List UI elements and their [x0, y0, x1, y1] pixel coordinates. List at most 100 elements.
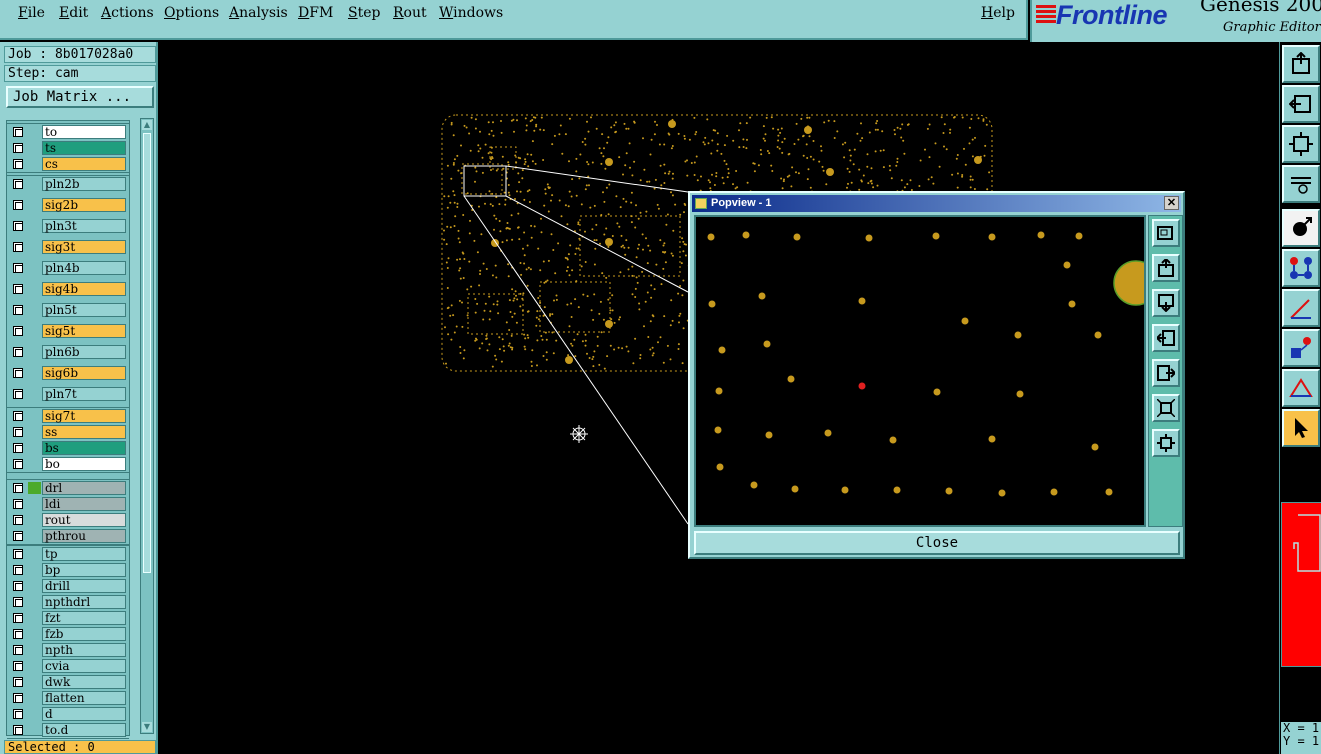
- layer-row[interactable]: ss: [7, 424, 129, 440]
- layer-row[interactable]: bo: [7, 456, 129, 472]
- layer-checkbox[interactable]: [13, 725, 23, 735]
- layer-name[interactable]: to.d: [42, 723, 126, 737]
- layer-checkbox[interactable]: [13, 411, 23, 421]
- layer-name[interactable]: dwk: [42, 675, 126, 689]
- layer-row[interactable]: sig7t: [7, 408, 129, 424]
- layer-name[interactable]: sig2b: [42, 198, 126, 212]
- layer-row[interactable]: fzb: [7, 626, 129, 642]
- layer-name[interactable]: sig7t: [42, 409, 126, 423]
- pv-pan-up-button[interactable]: [1152, 254, 1180, 282]
- layer-checkbox[interactable]: [13, 549, 23, 559]
- layer-checkbox[interactable]: [13, 645, 23, 655]
- layer-name[interactable]: pln2b: [42, 177, 126, 191]
- scroll-down-icon[interactable]: ▼: [142, 722, 152, 732]
- menu-windows[interactable]: Windows: [439, 5, 503, 21]
- layer-name[interactable]: npthdrl: [42, 595, 126, 609]
- layer-checkbox[interactable]: [13, 443, 23, 453]
- popview-close-button[interactable]: Close: [694, 531, 1180, 555]
- layer-name[interactable]: drill: [42, 579, 126, 593]
- layer-name[interactable]: ldi: [42, 497, 126, 511]
- layer-row[interactable]: ldi: [7, 496, 129, 512]
- layer-checkbox[interactable]: [13, 565, 23, 575]
- layer-name[interactable]: flatten: [42, 691, 126, 705]
- layer-checkbox[interactable]: [13, 143, 23, 153]
- pv-zoom-out-button[interactable]: [1152, 429, 1180, 457]
- layer-checkbox[interactable]: [13, 263, 23, 273]
- layer-checkbox[interactable]: [13, 159, 23, 169]
- layer-row[interactable]: pln4b: [7, 260, 129, 281]
- pv-pan-down-button[interactable]: [1152, 289, 1180, 317]
- layer-name[interactable]: rout: [42, 513, 126, 527]
- job-matrix-button[interactable]: Job Matrix ...: [6, 86, 154, 108]
- layer-row[interactable]: pln7t: [7, 386, 129, 407]
- layer-checkbox[interactable]: [13, 709, 23, 719]
- layer-row[interactable]: dwk: [7, 674, 129, 690]
- layer-row[interactable]: d: [7, 706, 129, 722]
- feature-select-button[interactable]: [1282, 329, 1320, 367]
- layer-checkbox[interactable]: [13, 127, 23, 137]
- layer-checkbox[interactable]: [13, 693, 23, 703]
- layer-checkbox[interactable]: [13, 368, 23, 378]
- menu-rout[interactable]: Rout: [393, 5, 427, 21]
- layer-row[interactable]: rout: [7, 512, 129, 528]
- net-connect-button[interactable]: [1282, 249, 1320, 287]
- zoom-home-button[interactable]: [1282, 45, 1320, 83]
- menu-edit[interactable]: Edit: [59, 5, 88, 21]
- scroll-thumb[interactable]: [143, 133, 151, 573]
- layer-row[interactable]: sig6b: [7, 365, 129, 386]
- layer-name[interactable]: bo: [42, 457, 126, 471]
- layer-checkbox[interactable]: [13, 581, 23, 591]
- layer-checkbox[interactable]: [13, 531, 23, 541]
- layer-row[interactable]: cvia: [7, 658, 129, 674]
- layer-checkbox[interactable]: [13, 305, 23, 315]
- layer-row[interactable]: ts: [7, 140, 129, 156]
- layer-name[interactable]: fzt: [42, 611, 126, 625]
- layer-name[interactable]: cvia: [42, 659, 126, 673]
- layer-name[interactable]: pthrou: [42, 529, 126, 543]
- menu-dfm[interactable]: DFM: [298, 5, 333, 21]
- layer-checkbox[interactable]: [13, 483, 23, 493]
- layer-name[interactable]: bp: [42, 563, 126, 577]
- layer-row[interactable]: sig4b: [7, 281, 129, 302]
- layer-name[interactable]: ss: [42, 425, 126, 439]
- pointer-button[interactable]: [1282, 409, 1320, 447]
- close-icon[interactable]: ✕: [1164, 196, 1179, 210]
- layer-checkbox[interactable]: [13, 597, 23, 607]
- layer-name[interactable]: sig6b: [42, 366, 126, 380]
- layer-name[interactable]: tp: [42, 547, 126, 561]
- layer-list-scrollbar[interactable]: ▲ ▼: [140, 118, 154, 734]
- layer-name[interactable]: drl: [42, 481, 126, 495]
- layer-row[interactable]: drl: [7, 480, 129, 496]
- layer-name[interactable]: pln4b: [42, 261, 126, 275]
- layer-row[interactable]: npth: [7, 642, 129, 658]
- measure-button[interactable]: [1282, 165, 1320, 203]
- layer-checkbox[interactable]: [13, 347, 23, 357]
- layer-name[interactable]: bs: [42, 441, 126, 455]
- layer-row[interactable]: pln5t: [7, 302, 129, 323]
- layer-row[interactable]: drill: [7, 578, 129, 594]
- menu-file[interactable]: File: [18, 5, 45, 21]
- layer-row[interactable]: to.d: [7, 722, 129, 738]
- layer-checkbox[interactable]: [13, 629, 23, 639]
- layer-name[interactable]: npth: [42, 643, 126, 657]
- layer-checkbox[interactable]: [13, 677, 23, 687]
- layer-checkbox[interactable]: [13, 427, 23, 437]
- triangle-tool-button[interactable]: [1282, 369, 1320, 407]
- menu-actions[interactable]: Actions: [101, 5, 154, 21]
- menu-options[interactable]: Options: [164, 5, 219, 21]
- zoom-fit-button[interactable]: [1282, 125, 1320, 163]
- layer-checkbox[interactable]: [13, 221, 23, 231]
- pv-zoom-fit-button[interactable]: [1152, 394, 1180, 422]
- line-draw-button[interactable]: [1282, 289, 1320, 327]
- layer-checkbox[interactable]: [13, 499, 23, 509]
- layer-checkbox[interactable]: [13, 459, 23, 469]
- layer-name[interactable]: pln6b: [42, 345, 126, 359]
- menu-analysis[interactable]: Analysis: [229, 5, 288, 21]
- layer-checkbox[interactable]: [13, 389, 23, 399]
- layer-checkbox[interactable]: [13, 326, 23, 336]
- layer-name[interactable]: pln5t: [42, 303, 126, 317]
- layer-row[interactable]: npthdrl: [7, 594, 129, 610]
- layer-row[interactable]: bs: [7, 440, 129, 456]
- layer-name[interactable]: sig5t: [42, 324, 126, 338]
- snap-button[interactable]: [1282, 209, 1320, 247]
